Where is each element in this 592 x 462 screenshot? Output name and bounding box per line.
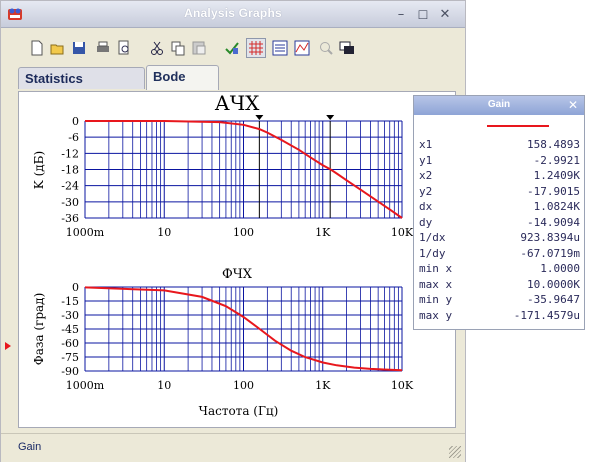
gain-row-key: 1/dx [419,231,446,244]
gain-row-key: min x [419,262,453,275]
zoom-icon[interactable] [316,38,336,58]
gain-row-key: min y [419,293,453,306]
gain-row-key: max x [419,277,453,291]
gain-row-key: y1 [419,153,433,167]
gain-row-value: -2.9921 [533,153,580,167]
gain-row-key: dy [419,215,433,229]
properties-icon[interactable] [222,38,242,58]
gain-row-value: 1.0000 [540,262,580,275]
x-tick-label: 10K [391,226,414,239]
save-icon[interactable] [69,38,89,58]
minimize-icon[interactable]: – [394,8,408,22]
tab-bode[interactable]: Bode [146,65,219,90]
gain-row-key: 1/dy [419,246,446,260]
y-tick-label: -36 [61,212,79,225]
y-tick-label: -24 [61,180,79,193]
y-tick-label: -60 [61,337,79,350]
gain-row: min y -35.9647 [419,293,584,308]
x-tick-label: 10 [157,226,171,239]
status-bar: Gain [1,433,465,462]
gain-row-value: -35.9647 [527,293,580,306]
gain-row-key: x1 [419,138,433,151]
gain-row: max x 10.0000K [419,278,584,293]
gain-row-key: max y [419,308,453,322]
gain-row: x1 158.4893 [419,138,584,153]
gain-panel: Gain ✕ x1 158.4893 y1 -2.9921 x2 1.2409K y2 -17… [413,95,585,330]
y-axis-label: Фаза (град) [32,293,46,366]
window-icon[interactable] [337,38,357,58]
x-tick-label: 1000m [66,379,105,392]
x-tick-label: 1K [315,379,331,392]
cut-icon[interactable] [147,38,167,58]
cursor-marker-icon [255,115,264,120]
gain-row: dy -14.9094 [419,216,584,231]
gain-row-value: -17.9015 [527,184,580,198]
status-text: Gain [18,441,42,453]
open-icon[interactable] [48,38,68,58]
x-tick-label: 10 [157,379,171,392]
gain-row: max y -171.4579u [419,309,584,324]
gain-title-bar[interactable]: Gain ✕ [414,96,584,115]
x-tick-label: 100 [233,379,254,392]
gain-row: x2 1.2409K [419,169,584,184]
gain-row-value: -67.0719m [520,246,580,260]
y-tick-label: -75 [61,351,79,364]
y-tick-label: 0 [72,281,79,294]
x-tick-label: 10K [391,379,414,392]
cursor-marker-icon [326,115,335,120]
maximize-icon[interactable]: ☐ [416,8,430,22]
gain-row: 1/dy -67.0719m [419,247,584,262]
bode-plot-area[interactable]: 0-6-12-18-24-30-361000m 10 100 1K 10KАЧХK (д… [19,92,455,427]
y-axis-label: K (дБ) [32,151,46,189]
gain-row: y1 -2.9921 [419,154,584,169]
chart-icon[interactable] [292,38,312,58]
title-bar[interactable]: Analysis Graphs – ☐ ✕ [1,1,465,28]
chart-title: ФЧХ [222,267,253,282]
x-tick-label: 100 [233,226,254,239]
gain-row-value: -171.4579u [513,308,580,322]
gain-row-key: dx [419,200,433,213]
x-axis-label: Частота (Гц) [199,404,279,418]
gain-row: dx 1.0824K [419,200,584,215]
gain-row-value: 158.4893 [527,138,580,151]
gain-row: 1/dx 923.8394u [419,231,584,246]
print-preview-icon[interactable] [114,38,134,58]
gain-row: y2 -17.9015 [419,185,584,200]
copy-icon[interactable] [168,38,188,58]
print-icon[interactable] [93,38,113,58]
y-tick-label: -90 [61,365,79,378]
gain-close-icon[interactable]: ✕ [568,98,578,112]
gain-title: Gain [487,99,511,110]
paste-icon[interactable] [189,38,209,58]
analysis-graphs-window: Analysis Graphs – ☐ ✕ Statistics [Analog… [0,0,466,462]
gain-row-key: y2 [419,184,433,198]
y-tick-label: -30 [61,196,79,209]
close-icon[interactable]: ✕ [438,8,452,22]
y-tick-label: 0 [72,115,79,128]
new-icon[interactable] [27,38,47,58]
y-cursor-marker-icon[interactable] [5,342,11,350]
tab-statistics-analog[interactable]: Statistics [Analog] [18,67,145,108]
grid-icon[interactable] [246,38,266,58]
gain-row-value: 10.0000K [527,277,580,291]
x-tick-label: 1K [315,226,331,239]
gain-row-value: 1.2409K [533,169,580,182]
y-tick-label: -6 [68,131,79,144]
resize-grip-icon[interactable] [449,446,461,458]
y-tick-label: -30 [61,309,79,322]
gain-row: min x 1.0000 [419,262,584,277]
gain-row-value: 1.0824K [533,200,580,213]
y-tick-label: -18 [61,164,79,177]
chart-title: АЧХ [215,92,261,115]
x-tick-label: 1000m [66,226,105,239]
gain-row-value: -14.9094 [527,215,580,229]
gain-trace-legend [487,125,549,127]
y-tick-label: -12 [61,147,79,160]
y-tick-label: -45 [61,323,79,336]
bode-panel: 0 -6 -12 -18 -24 -30 -36 1000m 10 100 1K 10K АЧХ K (д… [18,91,456,428]
gain-row-key: x2 [419,169,433,182]
y-tick-label: -15 [61,295,79,308]
table-icon[interactable] [270,38,290,58]
gain-row-value: 923.8394u [520,231,580,244]
